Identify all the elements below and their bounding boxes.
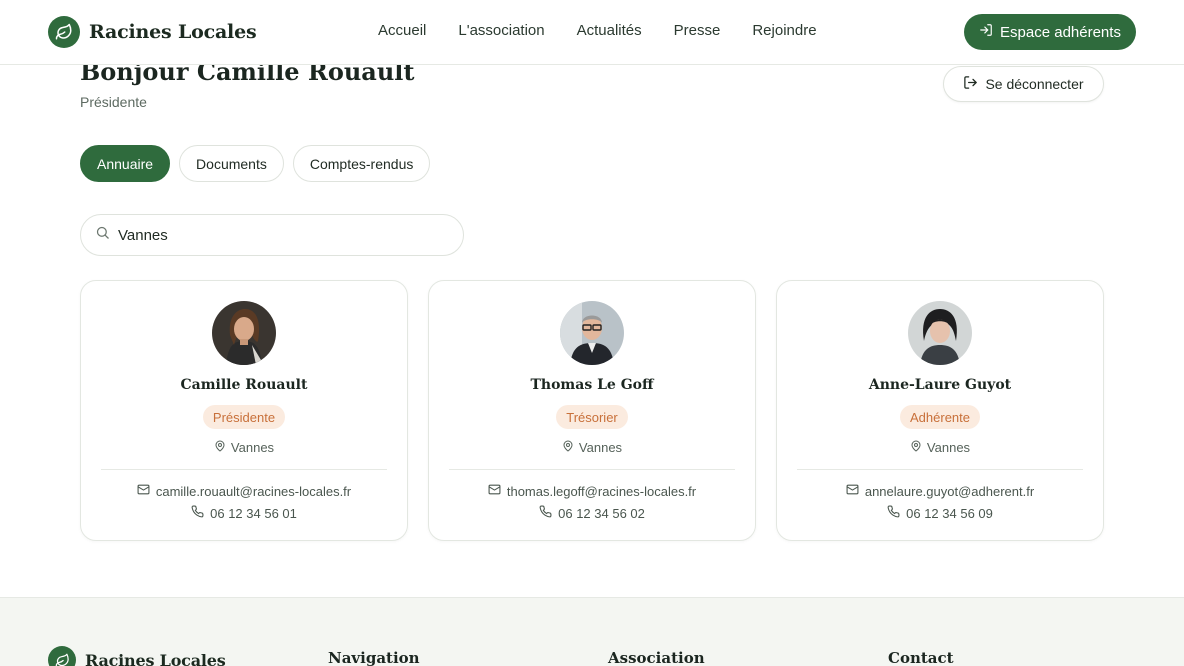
nav-link-actualites[interactable]: Actualités bbox=[577, 22, 642, 39]
nav-link-accueil[interactable]: Accueil bbox=[378, 22, 426, 39]
mail-icon bbox=[846, 483, 859, 499]
member-email[interactable]: camille.rouault@racines-locales.fr bbox=[81, 483, 407, 499]
footer-brand[interactable]: Racines Locales bbox=[48, 646, 226, 666]
nav-link-rejoindre[interactable]: Rejoindre bbox=[752, 22, 816, 39]
member-name: Anne-Laure Guyot bbox=[868, 377, 1012, 393]
role-badge: Adhérente bbox=[900, 405, 980, 429]
search-input[interactable] bbox=[118, 226, 438, 244]
members-area-button[interactable]: Espace adhérents bbox=[964, 14, 1136, 50]
member-city: Vannes bbox=[777, 440, 1103, 455]
site-footer: Racines Locales Navigation Association C… bbox=[0, 597, 1184, 666]
footer-brand-name: Racines Locales bbox=[85, 650, 226, 666]
role-badge: Présidente bbox=[202, 405, 286, 429]
footer-heading-association: Association bbox=[608, 649, 705, 666]
tab-comptes-rendus[interactable]: Comptes-rendus bbox=[292, 145, 431, 182]
member-city: Vannes bbox=[429, 440, 755, 455]
nav-link-presse[interactable]: Presse bbox=[674, 22, 721, 39]
member-phone[interactable]: 06 12 34 56 01 bbox=[81, 505, 407, 521]
card-divider bbox=[101, 469, 387, 470]
map-pin-icon bbox=[562, 440, 574, 455]
logout-button[interactable]: Se déconnecter bbox=[943, 66, 1104, 102]
main-nav: Accueil L'association Actualités Presse … bbox=[378, 22, 817, 39]
avatar bbox=[908, 301, 972, 365]
leaf-icon bbox=[48, 16, 80, 48]
tab-documents[interactable]: Documents bbox=[179, 145, 284, 182]
card-divider bbox=[797, 469, 1083, 470]
search-icon bbox=[95, 225, 110, 245]
mail-icon bbox=[137, 483, 150, 499]
member-directory: Camille Rouault Présidente Vannes camill… bbox=[80, 280, 1104, 541]
member-name: Thomas Le Goff bbox=[530, 377, 654, 393]
footer-heading-contact: Contact bbox=[888, 649, 954, 666]
member-card: Camille Rouault Présidente Vannes camill… bbox=[80, 280, 408, 541]
phone-icon bbox=[887, 505, 900, 521]
member-card: Thomas Le Goff Trésorier Vannes thomas.l… bbox=[428, 280, 756, 541]
footer-heading-navigation: Navigation bbox=[328, 649, 420, 666]
map-pin-icon bbox=[910, 440, 922, 455]
card-divider bbox=[449, 469, 735, 470]
tab-annuaire[interactable]: Annuaire bbox=[80, 145, 171, 182]
brand-logo-link[interactable]: Racines Locales bbox=[48, 16, 257, 48]
nav-link-association[interactable]: L'association bbox=[458, 22, 544, 39]
site-header: Racines Locales Accueil L'association Ac… bbox=[0, 0, 1184, 65]
avatar bbox=[560, 301, 624, 365]
member-name: Camille Rouault bbox=[180, 377, 308, 393]
member-card: Anne-Laure Guyot Adhérente Vannes annela… bbox=[776, 280, 1104, 541]
member-email[interactable]: thomas.legoff@racines-locales.fr bbox=[429, 483, 755, 499]
phone-icon bbox=[191, 505, 204, 521]
member-city: Vannes bbox=[81, 440, 407, 455]
map-pin-icon bbox=[214, 440, 226, 455]
login-icon bbox=[979, 23, 993, 41]
directory-search bbox=[80, 214, 464, 256]
section-tabs: Annuaire Documents Comptes-rendus bbox=[80, 145, 431, 182]
role-badge: Trésorier bbox=[556, 405, 628, 429]
logout-label: Se déconnecter bbox=[985, 76, 1084, 92]
member-phone[interactable]: 06 12 34 56 02 bbox=[429, 505, 755, 521]
avatar bbox=[212, 301, 276, 365]
members-area-label: Espace adhérents bbox=[1000, 23, 1121, 41]
logout-icon bbox=[963, 75, 978, 93]
phone-icon bbox=[539, 505, 552, 521]
leaf-icon bbox=[48, 646, 76, 666]
member-email[interactable]: annelaure.guyot@adherent.fr bbox=[777, 483, 1103, 499]
member-phone[interactable]: 06 12 34 56 09 bbox=[777, 505, 1103, 521]
mail-icon bbox=[488, 483, 501, 499]
user-role: Présidente bbox=[80, 94, 147, 110]
brand-name: Racines Locales bbox=[89, 21, 257, 43]
